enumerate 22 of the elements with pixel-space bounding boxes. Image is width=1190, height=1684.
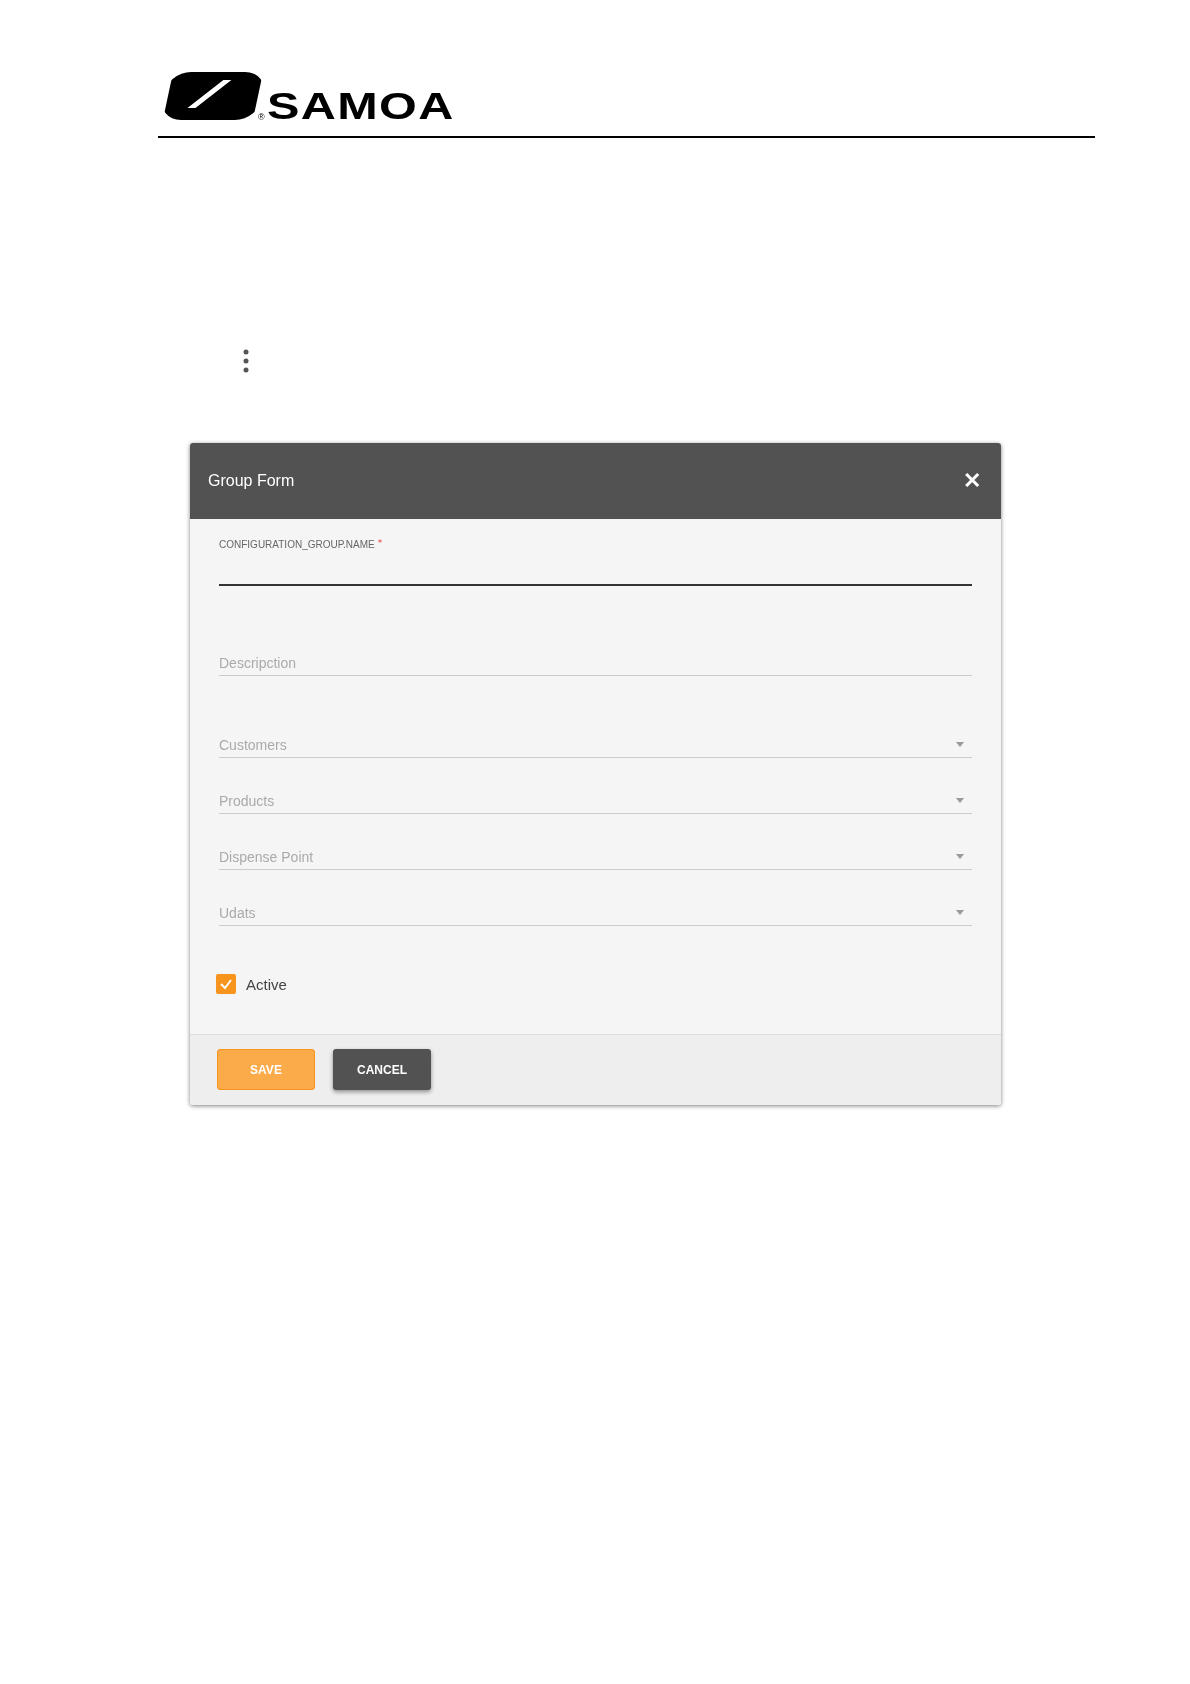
save-button[interactable]: SAVE bbox=[217, 1049, 315, 1090]
caret-icon bbox=[956, 910, 964, 915]
logo-mark-icon bbox=[162, 70, 264, 122]
caret-icon bbox=[956, 798, 964, 803]
select-field[interactable]: Dispense Point bbox=[219, 844, 972, 870]
registered-mark: ® bbox=[258, 113, 265, 122]
caret-icon bbox=[956, 742, 964, 747]
select-field[interactable]: Udats bbox=[219, 900, 972, 926]
logo-text: SAMOA bbox=[266, 92, 455, 122]
caret-icon bbox=[956, 854, 964, 859]
more-options-icon[interactable] bbox=[243, 349, 249, 373]
cancel-button[interactable]: CANCEL bbox=[333, 1049, 431, 1090]
select-field[interactable]: Products bbox=[219, 788, 972, 814]
check-icon bbox=[219, 977, 233, 991]
checkbox-label: Active bbox=[246, 975, 287, 993]
input-field[interactable]: Descripction bbox=[219, 650, 972, 676]
required-mark: * bbox=[377, 539, 383, 548]
close-button[interactable]: ✕ bbox=[961, 468, 983, 494]
select-field[interactable]: Customers bbox=[219, 732, 972, 758]
field-label: CONFIGURATION_GROUP.NAME bbox=[219, 539, 375, 550]
checkbox[interactable] bbox=[216, 974, 236, 994]
dialog-title: Group Form bbox=[208, 472, 295, 490]
